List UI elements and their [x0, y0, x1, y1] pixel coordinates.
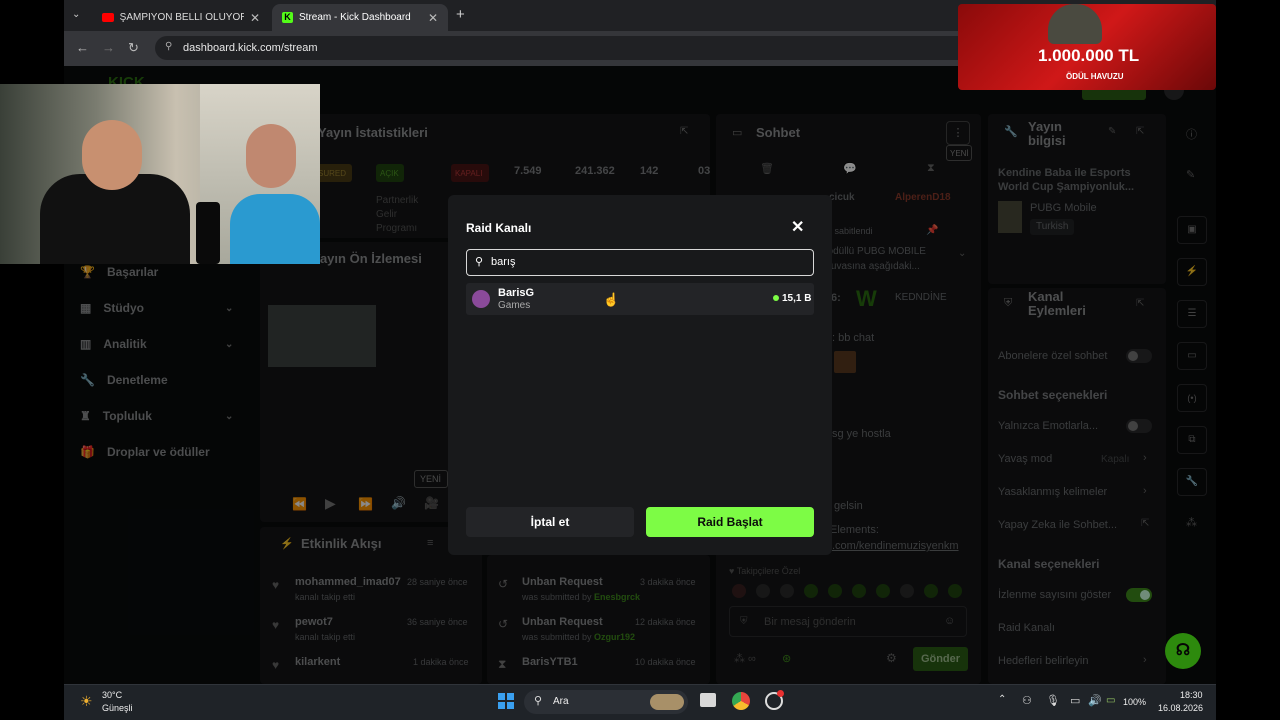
helmet-icon [1048, 4, 1102, 44]
microphone-icon[interactable]: 🎙 [1046, 694, 1060, 707]
close-tab-icon[interactable]: ✕ [250, 11, 260, 25]
weather-desc: Güneşli [102, 703, 133, 713]
youtube-icon [102, 13, 114, 22]
kick-icon: K [282, 12, 293, 23]
taskbar-search[interactable]: ⚲ Ara [524, 690, 688, 714]
tab-label: ŞAMPİYON BELLİ OLUYOR! I 20 [119, 12, 244, 23]
tab-kick[interactable]: K Stream - Kick Dashboard ✕ [272, 4, 448, 31]
speaker-icon[interactable]: 🔊 [1088, 694, 1102, 707]
search-icon: ⚲ [475, 256, 484, 268]
monitor-icon[interactable]: ▭ [1070, 694, 1080, 707]
search-value: barış [491, 256, 516, 268]
site-info-icon[interactable]: ⚲ [165, 41, 172, 52]
url-text: dashboard.kick.com/stream [183, 42, 318, 54]
promo-banner: 1.000.000 TL ÖDÜL HAVUZU [958, 4, 1216, 90]
tab-list-icon[interactable]: ⌄ [72, 9, 80, 20]
cancel-button[interactable]: İptal et [466, 507, 634, 537]
battery-level: 100% [1123, 697, 1147, 707]
chevron-up-icon[interactable]: ⌃ [998, 694, 1006, 705]
microphone [196, 202, 220, 264]
avatar [472, 290, 490, 308]
raid-search-input[interactable]: ⚲ barış [466, 249, 814, 276]
result-viewers: 15,1 B [782, 293, 812, 304]
tab-youtube[interactable]: ŞAMPİYON BELLİ OLUYOR! I 20 ✕ [92, 4, 270, 31]
url-field[interactable]: ⚲ dashboard.kick.com/stream [155, 36, 985, 60]
webcam-overlay [0, 84, 320, 264]
mouse-cursor-icon: ☝ [603, 292, 620, 307]
people-icon[interactable]: ⚇ [1022, 694, 1032, 707]
weather-sun-icon[interactable]: ☀ [80, 693, 93, 710]
clock-time[interactable]: 18:30 [1180, 690, 1203, 700]
search-icon: ⚲ [534, 695, 543, 707]
person-right [230, 194, 320, 264]
clock-date[interactable]: 16.08.2026 [1158, 703, 1203, 713]
windows-start-icon[interactable] [498, 693, 514, 709]
start-tile [507, 702, 514, 709]
live-dot-icon [773, 295, 779, 301]
person-right-face [246, 124, 296, 188]
result-category: Games [498, 300, 531, 311]
promo-amount: 1.000.000 TL [1038, 46, 1140, 65]
new-tab-button[interactable]: + [456, 6, 465, 23]
chrome-icon[interactable] [732, 692, 750, 710]
task-view-icon[interactable] [700, 693, 716, 707]
notification-dot-icon [777, 690, 784, 697]
start-tile [498, 702, 505, 709]
result-name: BarisG [498, 287, 535, 299]
close-icon[interactable]: ✕ [791, 217, 804, 237]
back-icon[interactable]: ← [76, 40, 89, 55]
start-raid-button[interactable]: Raid Başlat [646, 507, 814, 537]
search-highlight-image [650, 694, 684, 710]
close-tab-icon[interactable]: ✕ [428, 11, 438, 25]
start-tile [507, 693, 514, 700]
battery-icon[interactable]: ▭ [1106, 695, 1115, 706]
reload-icon[interactable]: ↻ [128, 40, 139, 56]
person-left-face [82, 120, 142, 190]
raid-result-row[interactable]: BarisG Games 15,1 B [466, 283, 814, 315]
tab-label: Stream - Kick Dashboard [299, 12, 411, 23]
promo-sub: ÖDÜL HAVUZU [1066, 72, 1124, 81]
weather-temp: 30°C [102, 690, 123, 700]
search-label: Ara [553, 696, 569, 707]
modal-title: Raid Kanalı [466, 221, 532, 235]
forward-icon[interactable]: → [102, 40, 115, 55]
start-tile [498, 693, 505, 700]
